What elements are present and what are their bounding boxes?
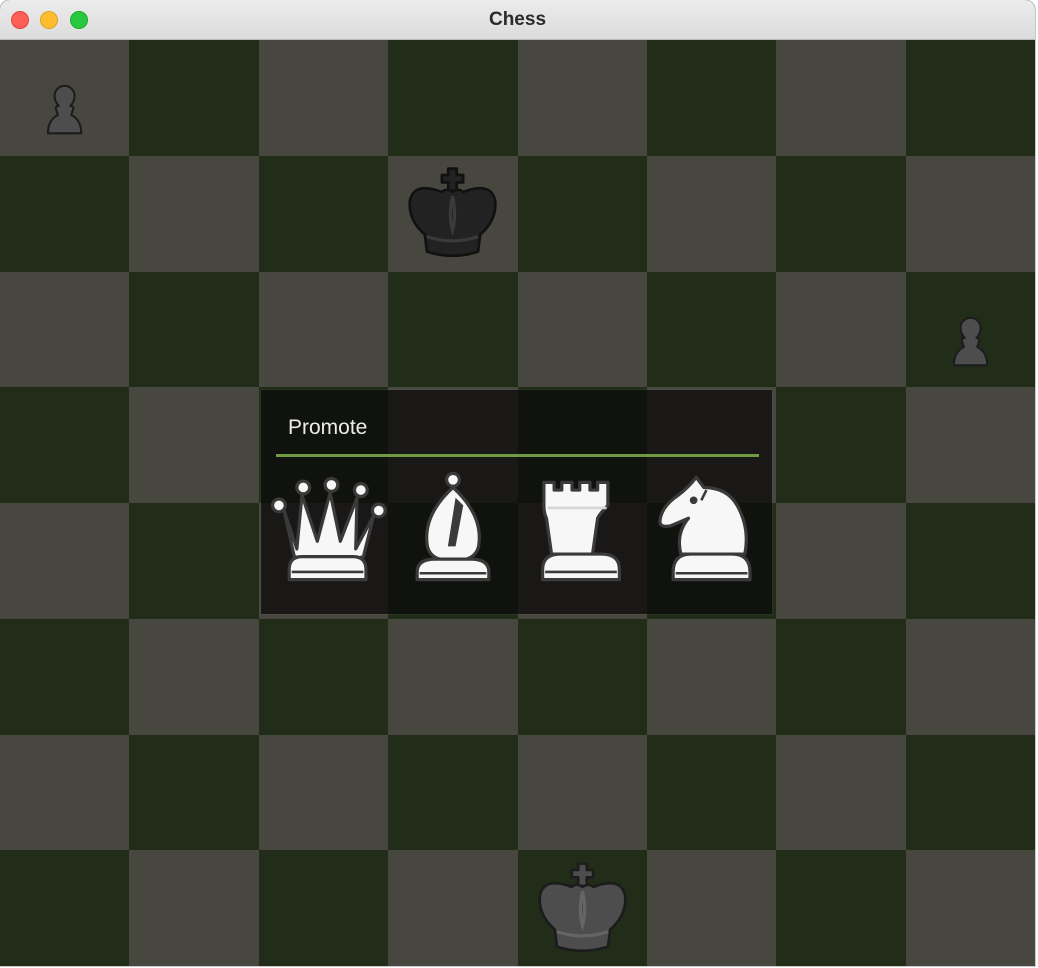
square-g6[interactable] — [776, 271, 906, 388]
square-a5[interactable] — [0, 387, 130, 503]
square-h2[interactable] — [905, 734, 1035, 851]
square-e3[interactable] — [517, 618, 647, 735]
square-f7[interactable] — [646, 155, 777, 272]
square-c3[interactable] — [258, 618, 389, 735]
square-b1[interactable] — [129, 850, 259, 966]
square-a2[interactable] — [0, 734, 130, 851]
square-f8[interactable] — [646, 40, 777, 156]
promotion-divider — [276, 454, 759, 457]
square-b8[interactable] — [129, 40, 259, 156]
square-g1[interactable] — [776, 850, 906, 966]
chess-window: Chess Promote — [0, 0, 1035, 966]
square-c1[interactable] — [258, 850, 389, 966]
square-h6[interactable] — [905, 271, 1035, 388]
square-b2[interactable] — [129, 734, 259, 851]
square-c6[interactable] — [258, 271, 389, 388]
square-g3[interactable] — [776, 618, 906, 735]
square-b6[interactable] — [129, 271, 259, 388]
square-a1[interactable] — [0, 850, 130, 966]
square-f3[interactable] — [646, 618, 777, 735]
square-d8[interactable] — [388, 40, 518, 156]
promote-rook-button[interactable] — [517, 462, 645, 600]
square-b5[interactable] — [129, 387, 259, 503]
square-h3[interactable] — [905, 618, 1035, 735]
black-pawn-piece[interactable] — [924, 292, 1017, 375]
rook-icon — [517, 462, 645, 600]
square-g4[interactable] — [776, 503, 906, 619]
square-d3[interactable] — [388, 618, 518, 735]
window-title: Chess — [488, 9, 547, 30]
square-e8[interactable] — [517, 40, 647, 156]
square-a6[interactable] — [0, 271, 130, 388]
square-b3[interactable] — [129, 618, 259, 735]
title-bar: Chess — [0, 0, 1035, 40]
square-e6[interactable] — [517, 271, 647, 388]
square-c7[interactable] — [258, 155, 389, 272]
square-e1[interactable] — [517, 850, 647, 966]
knight-icon — [645, 462, 773, 600]
square-a4[interactable] — [0, 503, 130, 619]
square-f2[interactable] — [646, 734, 777, 851]
square-h8[interactable] — [905, 40, 1035, 156]
square-g2[interactable] — [776, 734, 906, 851]
black-king-piece[interactable] — [523, 855, 642, 961]
promote-knight-button[interactable] — [645, 462, 773, 600]
square-d6[interactable] — [388, 271, 518, 388]
square-c8[interactable] — [258, 40, 389, 156]
square-d7[interactable] — [388, 155, 518, 272]
square-h5[interactable] — [905, 387, 1035, 503]
bishop-icon — [389, 462, 517, 600]
square-h1[interactable] — [905, 850, 1035, 966]
square-f6[interactable] — [646, 271, 777, 388]
square-h7[interactable] — [905, 155, 1035, 272]
promote-bishop-button[interactable] — [389, 462, 517, 600]
black-king-piece[interactable] — [393, 160, 512, 266]
square-a8[interactable] — [0, 40, 130, 156]
black-pawn-piece[interactable] — [18, 60, 111, 143]
promotion-title: Promote — [288, 416, 368, 439]
square-f1[interactable] — [646, 850, 777, 966]
square-g7[interactable] — [776, 155, 906, 272]
square-b4[interactable] — [129, 503, 259, 619]
promote-queen-button[interactable] — [261, 462, 389, 600]
promotion-dialog: Promote — [261, 390, 772, 614]
square-c2[interactable] — [258, 734, 389, 851]
square-d1[interactable] — [388, 850, 518, 966]
square-b7[interactable] — [129, 155, 259, 272]
square-a3[interactable] — [0, 618, 130, 735]
square-e7[interactable] — [517, 155, 647, 272]
square-d2[interactable] — [388, 734, 518, 851]
square-a7[interactable] — [0, 155, 130, 272]
square-g8[interactable] — [776, 40, 906, 156]
square-g5[interactable] — [776, 387, 906, 503]
square-h4[interactable] — [905, 503, 1035, 619]
square-e2[interactable] — [517, 734, 647, 851]
queen-icon — [261, 462, 389, 600]
